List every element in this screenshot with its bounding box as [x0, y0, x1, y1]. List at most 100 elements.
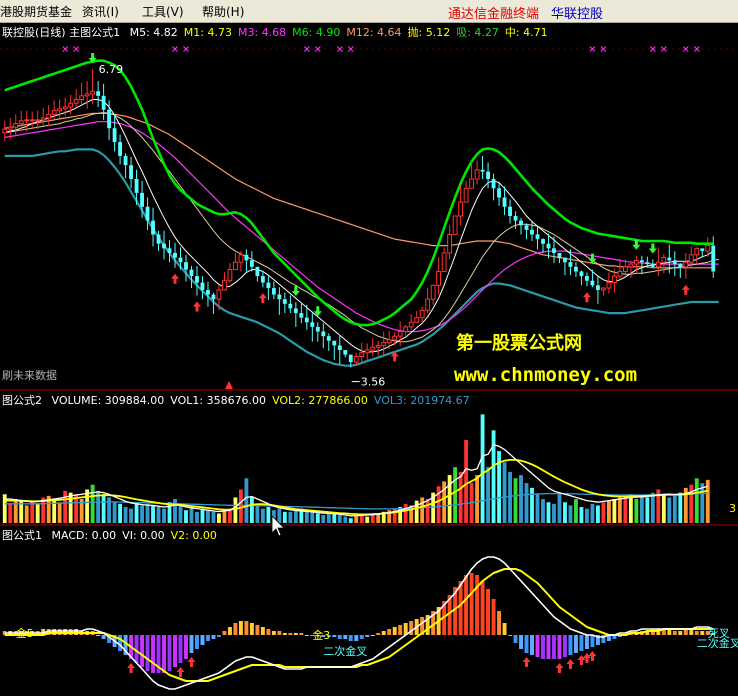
high-price-label: 6.79 [99, 63, 124, 76]
candle-body-up [694, 247, 700, 256]
candle-body-down [650, 264, 655, 267]
volume-bar [343, 516, 348, 523]
volume-header-item: VOL2: 277866.00 [272, 394, 368, 407]
candle-body-down [304, 317, 309, 323]
macd-histogram-bar [205, 635, 210, 641]
candle-body-up [18, 120, 24, 125]
volume-bar [249, 497, 254, 523]
main-header-item: M12: 4.64 [346, 26, 401, 39]
macd-histogram-bar [502, 623, 507, 635]
volume-bar [524, 483, 529, 523]
volume-bar [173, 499, 177, 523]
candle-body-down [530, 229, 534, 235]
volume-bar [129, 508, 133, 523]
volume-bar [293, 510, 298, 523]
volume-bar [365, 516, 370, 523]
macd-histogram-bar [332, 635, 337, 637]
macd-histogram-bar [557, 635, 562, 659]
macd-histogram-bar [304, 635, 309, 636]
macd-header-item: MACD: 0.00 [52, 529, 117, 542]
promo-terminal-name[interactable]: 通达信金融终端 [448, 3, 539, 22]
macd-histogram-bar [535, 635, 540, 657]
candle-body-up [7, 126, 13, 130]
macd-histogram-bar [348, 635, 353, 641]
macd-histogram-bar [343, 635, 348, 639]
candle-body-down [574, 266, 578, 272]
volume-bar [222, 510, 227, 523]
candle-body-up [441, 252, 447, 272]
volume-bar [321, 515, 326, 523]
volume-bar [315, 513, 320, 523]
macd-header-prefix: 图公式1 [2, 529, 42, 542]
volume-header: 图公式2 VOLUME: 309884.00 VOL1: 358676.00 VOL… [2, 394, 470, 407]
candle-body-up [51, 110, 57, 115]
macd-annotation-label: 二次金叉 [323, 644, 367, 658]
candle-body-down [541, 239, 545, 244]
macd-histogram-bar [260, 627, 265, 635]
watermark-url: www.chnmoney.com [454, 364, 637, 386]
candle-body-down [321, 331, 326, 337]
candle-body-down [343, 350, 348, 355]
volume-bar [354, 516, 359, 523]
macd-histogram-bar [568, 635, 573, 655]
macd-histogram-bar [244, 621, 249, 635]
menu-item-hk-futures[interactable]: 港股期货基金 [0, 3, 72, 20]
macd-histogram-bar [469, 573, 474, 635]
macd-histogram-bar [387, 629, 392, 635]
watermark-title: 第一股票公式网 [456, 332, 582, 354]
macd-histogram-bar [365, 635, 370, 637]
menu-item-help[interactable]: 帮助(H) [202, 3, 244, 20]
stock-chart: 联控股(日线) 主图公式1 M5: 4.82 M1: 4.73 M3: 4.68 M6… [0, 23, 738, 696]
volume-bar [206, 510, 210, 523]
macd-histogram-bar [573, 635, 578, 653]
volume-bar [568, 505, 573, 523]
candle-body-down [96, 91, 101, 96]
volume-header-prefix: 图公式2 [2, 394, 42, 407]
candle-body-up [359, 352, 365, 357]
macd-histogram-bar [376, 633, 381, 635]
menu-item-tools[interactable]: 工具(V) [142, 3, 184, 20]
candle-body-up [233, 261, 238, 271]
macd-histogram-bar [398, 625, 403, 635]
promo-stock-name[interactable]: 华联控股 [551, 3, 603, 22]
candle-body-down [255, 266, 260, 277]
volume-bar [458, 471, 463, 523]
macd-histogram-bar [249, 623, 254, 635]
candle-body-up [469, 178, 475, 189]
volume-bar [541, 499, 545, 523]
volume-bar [530, 487, 534, 523]
volume-bar [145, 503, 150, 523]
candle-body-up [474, 169, 480, 180]
main-header-item: M3: 4.68 [238, 26, 286, 39]
candle-body-down [315, 326, 320, 332]
volume-bar [513, 478, 518, 523]
candle-body-down [639, 260, 644, 263]
candle-body-down [519, 220, 523, 226]
candle-body-up [452, 215, 458, 235]
candle-body-down [112, 128, 117, 143]
macd-histogram-bar [194, 635, 199, 649]
volume-bar [13, 499, 18, 523]
candle-body-up [683, 261, 689, 268]
macd-histogram-bar [178, 635, 183, 663]
menu-item-news[interactable]: 资讯(I) [82, 3, 119, 20]
volume-bar [260, 508, 265, 523]
macd-histogram-bar [354, 635, 359, 641]
volume-bar [667, 497, 672, 523]
candle-body-down [162, 243, 166, 249]
candle-body-up [381, 342, 387, 346]
volume-bar [68, 492, 73, 523]
candle-body-up [73, 99, 79, 104]
candle-body-up [222, 280, 227, 291]
macd-histogram-bar [101, 635, 106, 639]
volume-bar [255, 503, 260, 523]
macd-header-items: MACD: 0.00 VI: 0.00 V2: 0.00 [52, 529, 217, 542]
macd-histogram-bar [145, 635, 150, 671]
volume-bar [678, 492, 683, 523]
candle-body-up [90, 90, 96, 95]
candle-body-up [35, 119, 41, 122]
volume-bar [162, 508, 166, 523]
volume-bar [140, 505, 144, 523]
macd-histogram-bar [519, 635, 524, 649]
candle-body-down [101, 95, 106, 110]
